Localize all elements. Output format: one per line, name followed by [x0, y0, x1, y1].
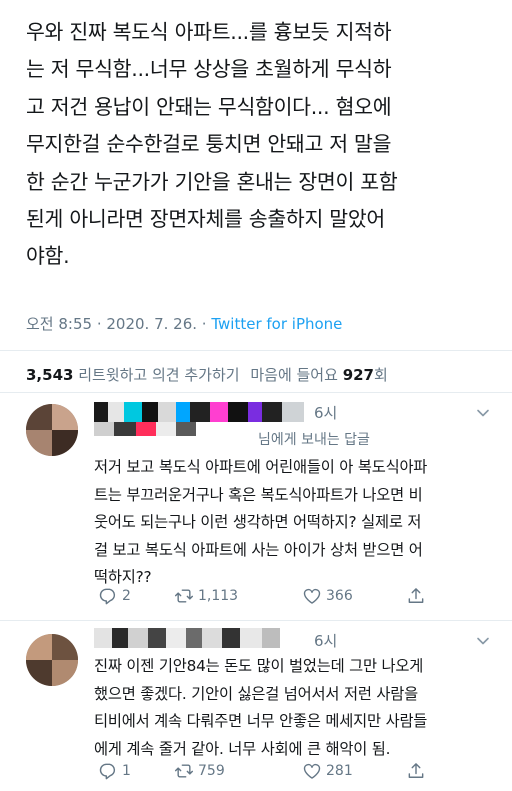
tweet-time[interactable]: 오전 8:55 [26, 315, 92, 333]
tweet-source[interactable]: Twitter for iPhone [211, 315, 342, 333]
tweet-meta: 오전 8:55 · 2020. 7. 26. · Twitter for iPh… [26, 313, 342, 334]
replying-to: 님에게 보내는 답글 [258, 429, 370, 449]
reply-tweet[interactable]: 6시 진짜 이젠 기안84는 돈도 많이 벌었는데 그만 나오게 했으면 좋겠다… [0, 620, 512, 791]
retweet-count: 1,113 [198, 588, 239, 604]
share-button[interactable] [406, 586, 426, 606]
chevron-down-icon[interactable] [476, 406, 490, 420]
reply-button[interactable]: 1 [98, 761, 131, 781]
reply-count: 1 [122, 763, 131, 779]
chevron-down-icon[interactable] [476, 634, 490, 648]
likes-label: 마음에 들어요 [250, 366, 343, 384]
reply-actions: 2 1,113 366 [94, 586, 484, 610]
retweet-button[interactable]: 759 [174, 761, 225, 781]
author-name-pixelated[interactable] [94, 402, 304, 422]
share-button[interactable] [406, 761, 426, 781]
reply-text: 진짜 이젠 기안84는 돈도 많이 벌었는데 그만 나오게 했으면 좋겠다. 기… [94, 657, 428, 758]
author-handle-pixelated [94, 422, 214, 436]
like-button[interactable]: 281 [302, 761, 353, 781]
like-count: 281 [326, 763, 353, 779]
like-count: 927 [342, 366, 374, 384]
retweet-count: 3,543 [26, 366, 74, 384]
main-tweet: 우와 진짜 복도식 아파트...를 흉보듯 지적하 는 저 무식함...너무 상… [26, 14, 496, 276]
avatar[interactable] [26, 634, 78, 686]
meta-separator-2: · [197, 315, 212, 333]
share-icon [408, 763, 424, 778]
reply-tweet[interactable]: 6시 님에게 보내는 답글 저거 보고 복도식 아파트에 어린애들이 아 복도식… [0, 392, 512, 620]
retweets-label: 리트윗하고 의견 추가하기 [73, 366, 240, 384]
reply-icon [99, 763, 116, 780]
retweet-icon [174, 764, 194, 778]
reply-button[interactable]: 2 [98, 586, 131, 606]
retweet-icon [174, 589, 194, 603]
avatar[interactable] [26, 404, 78, 456]
retweets-stat[interactable]: 3,543 리트윗하고 의견 추가하기 [26, 366, 240, 384]
retweet-button[interactable]: 1,113 [174, 586, 238, 606]
meta-separator: · [92, 315, 107, 333]
tweet-text: 우와 진짜 복도식 아파트...를 흉보듯 지적하 는 저 무식함...너무 상… [26, 20, 398, 269]
tweet-date[interactable]: 2020. 7. 26. [106, 315, 197, 333]
reply-time[interactable]: 6시 [314, 402, 337, 423]
reply-text: 저거 보고 복도식 아파트에 어린애들이 아 복도식아파 트는 부끄러운거구나 … [94, 458, 428, 586]
like-icon [303, 763, 321, 779]
reply-actions: 1 759 281 [94, 761, 484, 785]
author-name-pixelated[interactable] [94, 628, 304, 648]
like-button[interactable]: 366 [302, 586, 353, 606]
likes-stat[interactable]: 마음에 들어요 927회 [250, 366, 387, 384]
divider [0, 350, 512, 351]
like-count: 366 [326, 588, 353, 604]
reply-icon [99, 588, 116, 605]
like-icon [303, 588, 321, 604]
replying-to-text: 님에게 보내는 답글 [258, 432, 370, 448]
reply-count: 2 [122, 588, 131, 604]
reply-time[interactable]: 6시 [314, 630, 337, 651]
tweet-stats: 3,543 리트윗하고 의견 추가하기 마음에 들어요 927회 [26, 364, 388, 385]
share-icon [408, 588, 424, 603]
likes-unit: 회 [374, 366, 388, 384]
retweet-count: 759 [198, 763, 225, 779]
